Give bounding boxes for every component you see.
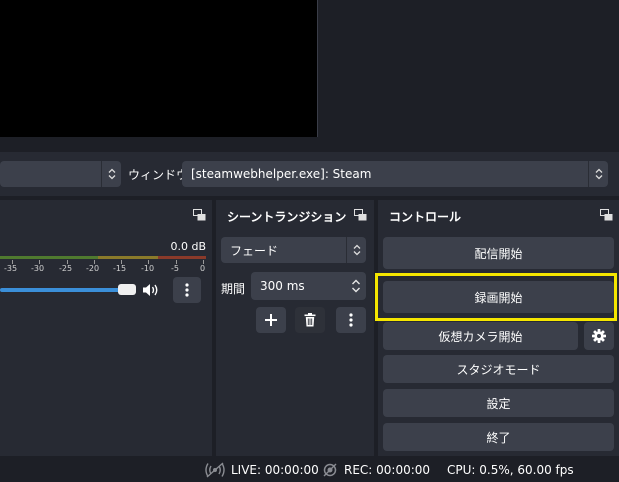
remove-transition-button[interactable] (295, 307, 325, 333)
duration-label: 期間 (221, 282, 246, 296)
trash-icon (304, 313, 316, 327)
duration-value: 300 ms (260, 279, 305, 293)
undock-icon[interactable] (193, 209, 206, 221)
start-virtual-camera-button[interactable]: 仮想カメラ開始 (383, 322, 578, 350)
updown-arrows-icon (346, 237, 366, 263)
exit-button[interactable]: 終了 (383, 423, 614, 451)
transition-type-select[interactable]: フェード (221, 237, 366, 263)
rec-timer: REC: 00:00:00 (344, 463, 431, 477)
spin-arrows-icon[interactable] (346, 272, 366, 300)
scene-transitions-title: シーントランジション (227, 210, 347, 224)
audio-mixer-dock (0, 200, 212, 456)
recording-icon (322, 463, 338, 477)
live-broadcast-icon (205, 462, 225, 478)
updown-arrows-icon (588, 161, 608, 187)
virtual-camera-settings-button[interactable] (584, 322, 614, 350)
meter-tick-label: -10 (141, 264, 155, 273)
meter-tick-label: -5 (171, 264, 179, 273)
meter-tick-label: -15 (113, 264, 127, 273)
window-label: ウィンドウ (128, 168, 189, 182)
gear-icon (592, 329, 606, 343)
updown-arrows-icon (101, 161, 121, 187)
window-select[interactable]: [steamwebhelper.exe]: Steam (182, 161, 608, 187)
meter-tick-label: -30 (31, 264, 45, 273)
speaker-icon[interactable] (142, 282, 160, 298)
kebab-icon (185, 283, 189, 297)
volume-slider[interactable] (0, 288, 134, 292)
start-streaming-button[interactable]: 配信開始 (383, 237, 614, 269)
audio-meter-green (0, 256, 98, 259)
undock-icon[interactable] (600, 209, 613, 221)
cpu-fps-readout: CPU: 0.5%, 60.00 fps (447, 463, 574, 477)
settings-button[interactable]: 設定 (383, 389, 614, 417)
plus-icon (265, 314, 277, 326)
undock-icon[interactable] (354, 209, 367, 221)
add-transition-button[interactable] (256, 307, 286, 333)
meter-tick-label: -35 (4, 264, 18, 273)
source-select[interactable] (0, 161, 121, 187)
kebab-icon (349, 313, 353, 327)
controls-title: コントロール (389, 210, 462, 224)
meter-tick-label: 0 (200, 264, 206, 273)
window-select-value: [steamwebhelper.exe]: Steam (191, 167, 372, 181)
volume-slider-handle[interactable] (118, 284, 136, 295)
audio-meter-yellow (98, 256, 158, 259)
audio-meter-red (158, 256, 206, 259)
studio-mode-button[interactable]: スタジオモード (383, 355, 614, 383)
meter-tick-label: -20 (86, 264, 100, 273)
mixer-menu-button[interactable] (173, 277, 201, 303)
mixer-db-readout: 0.0 dB (170, 240, 206, 253)
preview-canvas[interactable] (0, 0, 318, 137)
start-recording-button[interactable]: 録画開始 (383, 281, 614, 313)
meter-tick-label: -25 (59, 264, 73, 273)
live-timer: LIVE: 00:00:00 (231, 463, 319, 477)
transition-type-value: フェード (230, 243, 279, 258)
duration-spinbox[interactable]: 300 ms (251, 272, 366, 300)
transition-menu-button[interactable] (336, 307, 366, 333)
